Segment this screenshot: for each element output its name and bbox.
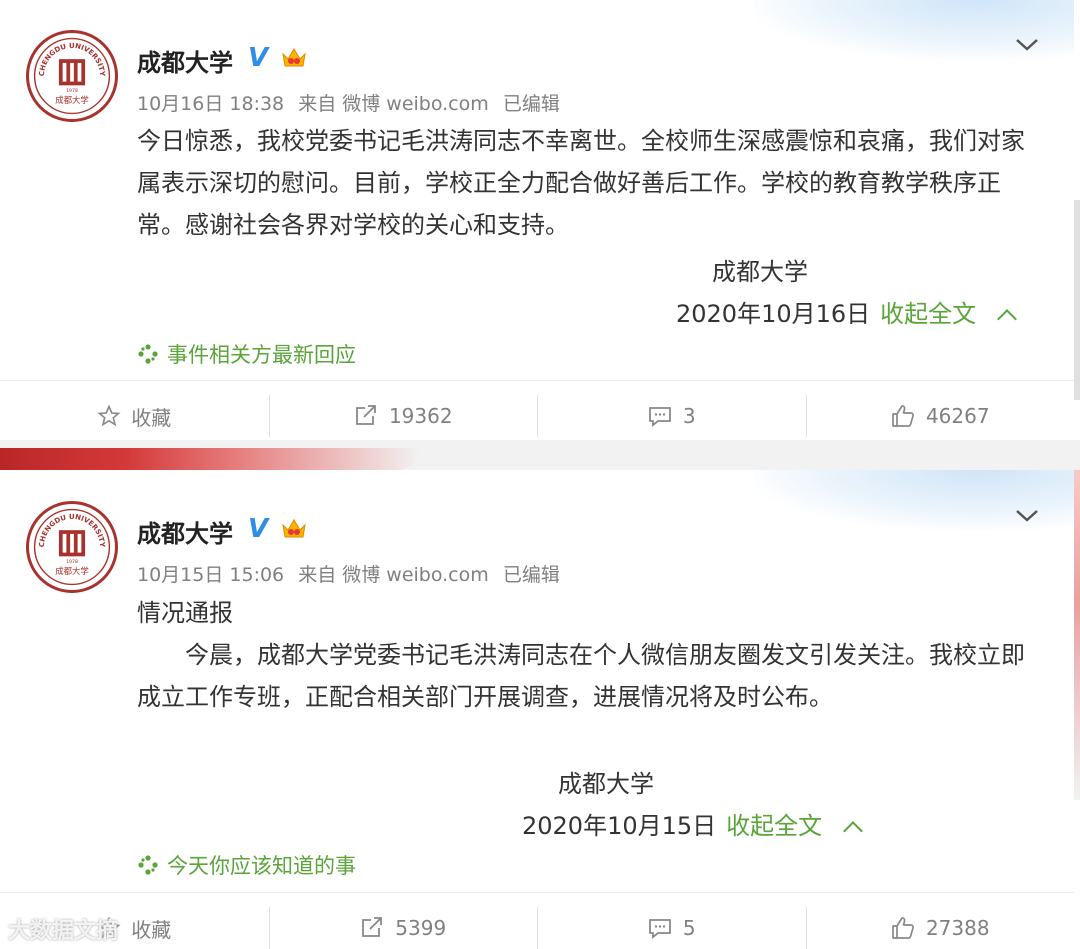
thumbs-up-icon xyxy=(892,405,914,427)
university-logo-icon: CHENGDU UNIVERSITY 1978 成都大学 xyxy=(33,37,111,115)
svg-text:1978: 1978 xyxy=(66,88,78,94)
svg-text:成都大学: 成都大学 xyxy=(55,566,89,576)
comment-button[interactable]: 3 xyxy=(537,381,806,440)
post-date-line: 2020年10月15日 收起全文 xyxy=(522,806,864,841)
post-date-line: 2020年10月16日 收起全文 xyxy=(676,294,1018,329)
chevron-down-icon[interactable] xyxy=(1013,506,1041,526)
comment-icon xyxy=(648,407,671,427)
comment-count: 3 xyxy=(682,404,696,428)
like-count: 46267 xyxy=(925,404,990,428)
like-count: 27388 xyxy=(925,916,990,940)
topic-icon xyxy=(138,855,158,875)
edited-label[interactable]: 已编辑 xyxy=(503,564,560,586)
post-meta: 10月16日 18:38 来自 微博 weibo.com 已编辑 xyxy=(137,89,568,116)
related-topic-link[interactable]: 事件相关方最新回应 xyxy=(137,339,356,369)
repost-button[interactable]: 5399 xyxy=(268,893,538,949)
comment-button[interactable]: 5 xyxy=(537,893,806,949)
topic-label: 今天你应该知道的事 xyxy=(167,854,356,878)
star-icon xyxy=(97,404,121,427)
weibo-post-card: CHENGDU UNIVERSITY 1978 成都大学 成都大学 V 10月1… xyxy=(0,470,1074,949)
post-action-bar: 收藏 19362 3 46267 xyxy=(0,380,1074,440)
repost-icon xyxy=(362,917,383,937)
post-heading: 情况通报 xyxy=(137,599,233,627)
author-name[interactable]: 成都大学 xyxy=(137,43,233,78)
favorite-label: 收藏 xyxy=(131,917,172,942)
collapse-fulltext-link[interactable]: 收起全文 xyxy=(880,300,976,328)
svg-text:成都大学: 成都大学 xyxy=(55,95,89,105)
avatar[interactable]: CHENGDU UNIVERSITY 1978 成都大学 xyxy=(26,30,118,122)
member-crown-icon[interactable] xyxy=(280,515,308,543)
weibo-post-card: CHENGDU UNIVERSITY 1978 成都大学 成都大学 V 10月1… xyxy=(0,0,1074,440)
post-signature: 成都大学 xyxy=(712,258,808,286)
post-action-bar: 收藏 5399 5 27388 xyxy=(0,892,1074,949)
repost-button[interactable]: 19362 xyxy=(268,381,538,440)
chevron-up-icon[interactable] xyxy=(843,821,864,841)
background-decoration-right xyxy=(1074,200,1080,400)
svg-text:1978: 1978 xyxy=(66,559,78,565)
avatar[interactable]: CHENGDU UNIVERSITY 1978 成都大学 xyxy=(26,501,118,593)
post-body: 今晨，成都大学党委书记毛洪涛同志在个人微信朋友圈发文引发关注。我校立即成立工作专… xyxy=(137,641,1025,711)
post-signature: 成都大学 xyxy=(558,770,654,798)
repost-icon xyxy=(356,405,376,425)
verified-icon: V xyxy=(248,43,269,73)
like-button[interactable]: 46267 xyxy=(805,381,1075,440)
post-source[interactable]: 来自 微博 weibo.com xyxy=(298,93,489,115)
like-button[interactable]: 27388 xyxy=(805,893,1075,949)
post-time[interactable]: 10月15日 15:06 xyxy=(137,564,284,586)
post-meta: 10月15日 15:06 来自 微博 weibo.com 已编辑 xyxy=(137,560,568,587)
background-decoration xyxy=(0,448,420,470)
verified-icon: V xyxy=(248,514,269,544)
favorite-label: 收藏 xyxy=(131,405,172,430)
comment-count: 5 xyxy=(682,916,696,940)
post-date: 2020年10月15日 xyxy=(522,812,717,840)
chevron-down-icon[interactable] xyxy=(1013,35,1041,55)
post-time[interactable]: 10月16日 18:38 xyxy=(137,93,284,115)
post-source[interactable]: 来自 微博 weibo.com xyxy=(298,564,489,586)
topic-icon xyxy=(138,344,158,364)
collapse-fulltext-link[interactable]: 收起全文 xyxy=(726,812,822,840)
chevron-up-icon[interactable] xyxy=(997,309,1018,329)
repost-count: 19362 xyxy=(388,404,453,428)
related-topic-link[interactable]: 今天你应该知道的事 xyxy=(137,850,356,880)
topic-label: 事件相关方最新回应 xyxy=(167,343,356,367)
post-body: 今日惊悉，我校党委书记毛洪涛同志不幸离世。全校师生深感震惊和哀痛，我们对家属表示… xyxy=(137,127,1025,239)
post-date: 2020年10月16日 xyxy=(676,300,871,328)
edited-label[interactable]: 已编辑 xyxy=(503,93,560,115)
university-logo-icon: CHENGDU UNIVERSITY 1978 成都大学 xyxy=(33,508,111,586)
member-crown-icon[interactable] xyxy=(280,44,308,72)
comment-icon xyxy=(648,919,671,939)
author-name[interactable]: 成都大学 xyxy=(137,514,233,549)
watermark: 大数据文摘 xyxy=(8,919,119,944)
thumbs-up-icon xyxy=(892,917,914,939)
repost-count: 5399 xyxy=(395,916,447,940)
favorite-button[interactable]: 收藏 xyxy=(0,381,269,440)
